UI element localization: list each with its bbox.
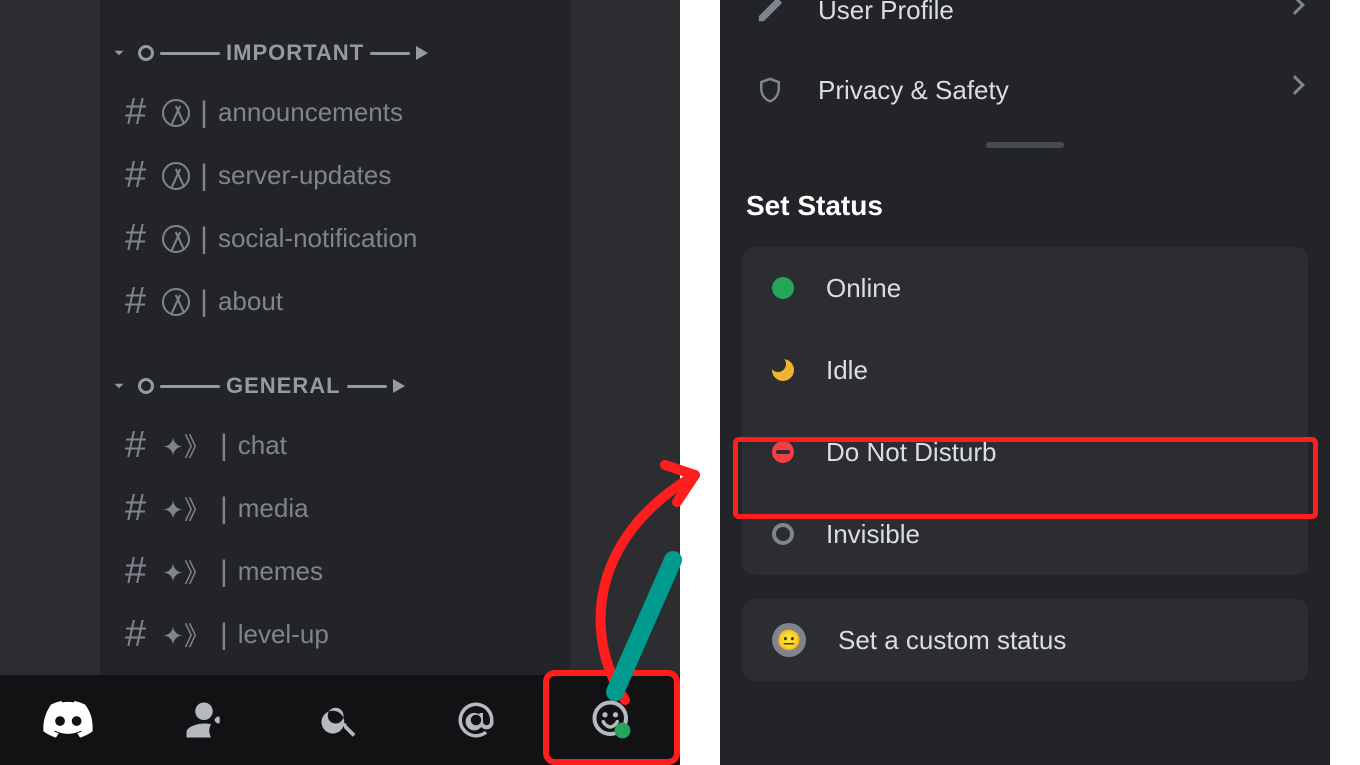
- channel-list: IMPORTANT # | announcements # | server-u…: [100, 0, 570, 765]
- channel-chat[interactable]: # ✦》 | chat: [100, 414, 570, 477]
- status-label: Invisible: [826, 519, 920, 550]
- separator: |: [220, 618, 228, 652]
- channel-name: social-notification: [218, 223, 417, 254]
- globe-icon: [162, 99, 190, 127]
- arrow-right-icon: [416, 46, 428, 60]
- emoji-icon: 😐: [772, 623, 806, 657]
- channel-name: memes: [238, 556, 323, 587]
- hash-icon: #: [125, 550, 146, 593]
- settings-row-label: User Profile: [818, 0, 954, 26]
- status-label: Idle: [826, 355, 868, 386]
- settings-row-user-profile[interactable]: User Profile: [720, 0, 1330, 50]
- channel-memes[interactable]: # ✦》 | memes: [100, 540, 570, 603]
- nav-discord[interactable]: [0, 675, 136, 765]
- channel-social-notification[interactable]: # | social-notification: [100, 207, 570, 270]
- sheet-title: Set Status: [720, 160, 1330, 247]
- channel-media[interactable]: # ✦》 | media: [100, 477, 570, 540]
- channel-name: server-updates: [218, 160, 391, 191]
- decorative-line: [160, 52, 220, 55]
- star-icon: ✦》: [162, 427, 210, 464]
- globe-icon: [162, 288, 190, 316]
- bottom-nav: [0, 675, 680, 765]
- hash-icon: #: [125, 91, 146, 134]
- invisible-status-icon: [772, 523, 794, 545]
- status-option-online[interactable]: Online: [742, 247, 1308, 329]
- nav-profile-status[interactable]: [544, 675, 680, 765]
- settings-row-label: Privacy & Safety: [818, 75, 1009, 106]
- decorative-dot: [138, 378, 154, 394]
- person-wave-icon: [183, 699, 225, 741]
- status-label: Do Not Disturb: [826, 437, 997, 468]
- star-icon: ✦》: [162, 553, 210, 590]
- chevron-right-icon: [1285, 0, 1305, 15]
- emoji-status-icon: [591, 699, 633, 741]
- at-icon: [455, 699, 497, 741]
- decorative-line: [347, 385, 387, 388]
- hash-icon: #: [125, 487, 146, 530]
- category-label: GENERAL: [226, 373, 341, 399]
- category-header-general[interactable]: GENERAL: [110, 373, 570, 399]
- channel-name: chat: [238, 430, 287, 461]
- shield-icon: [750, 75, 790, 105]
- channel-name: about: [218, 286, 283, 317]
- star-icon: ✦》: [162, 490, 210, 527]
- arrow-right-icon: [393, 379, 405, 393]
- separator: |: [220, 429, 228, 463]
- globe-icon: [162, 225, 190, 253]
- category-header-important[interactable]: IMPORTANT: [110, 40, 570, 66]
- channel-name: announcements: [218, 97, 403, 128]
- separator: |: [220, 492, 228, 526]
- hash-icon: #: [125, 217, 146, 260]
- status-option-idle[interactable]: Idle: [742, 329, 1308, 411]
- chevron-down-icon: [110, 377, 128, 395]
- sheet-grab-handle[interactable]: [986, 142, 1064, 148]
- separator: |: [220, 555, 228, 589]
- globe-icon: [162, 162, 190, 190]
- chevron-down-icon: [110, 44, 128, 62]
- hash-icon: #: [125, 613, 146, 656]
- online-status-icon: [772, 277, 794, 299]
- set-custom-status[interactable]: 😐 Set a custom status: [742, 599, 1308, 681]
- hash-icon: #: [125, 280, 146, 323]
- hash-icon: #: [125, 154, 146, 197]
- separator: |: [200, 222, 208, 256]
- category-label: IMPORTANT: [226, 40, 364, 66]
- star-icon: ✦》: [162, 616, 210, 653]
- status-options-card: Online Idle Do Not Disturb Invisible: [742, 247, 1308, 575]
- channel-server-updates[interactable]: # | server-updates: [100, 144, 570, 207]
- idle-status-icon: [772, 359, 794, 381]
- decorative-dot: [138, 45, 154, 61]
- nav-friends[interactable]: [136, 675, 272, 765]
- dnd-status-icon: [772, 441, 794, 463]
- separator: |: [200, 96, 208, 130]
- search-icon: [319, 699, 361, 741]
- custom-status-card: 😐 Set a custom status: [742, 599, 1308, 681]
- status-option-dnd[interactable]: Do Not Disturb: [742, 411, 1308, 493]
- settings-row-privacy[interactable]: Privacy & Safety: [720, 50, 1330, 130]
- pencil-icon: [750, 0, 790, 25]
- channel-name: media: [238, 493, 309, 524]
- status-sheet-panel: User Profile Privacy & Safety Set Status…: [720, 0, 1330, 765]
- hash-icon: #: [125, 424, 146, 467]
- separator: |: [200, 285, 208, 319]
- channel-about[interactable]: # | about: [100, 270, 570, 333]
- decorative-line: [370, 52, 410, 55]
- channel-name: level-up: [238, 619, 329, 650]
- status-option-invisible[interactable]: Invisible: [742, 493, 1308, 575]
- chevron-right-icon: [1285, 75, 1305, 95]
- status-label: Online: [826, 273, 901, 304]
- custom-status-label: Set a custom status: [838, 625, 1066, 656]
- channel-level-up[interactable]: # ✦》 | level-up: [100, 603, 570, 666]
- channel-announcements[interactable]: # | announcements: [100, 81, 570, 144]
- separator: |: [200, 159, 208, 193]
- discord-channel-panel: IMPORTANT # | announcements # | server-u…: [0, 0, 680, 765]
- discord-logo-icon: [43, 701, 93, 739]
- decorative-line: [160, 385, 220, 388]
- nav-search[interactable]: [272, 675, 408, 765]
- nav-mentions[interactable]: [408, 675, 544, 765]
